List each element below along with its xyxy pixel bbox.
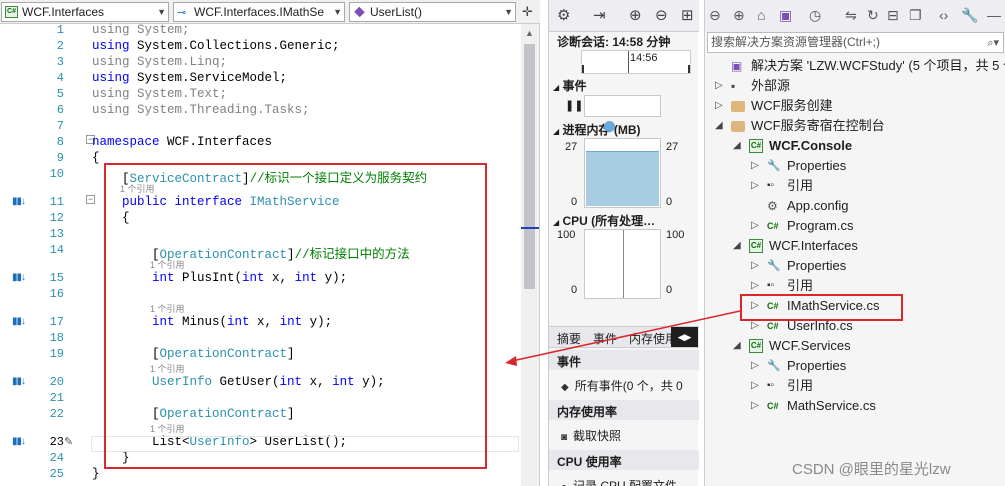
ide-window: C# WCF.Interfaces ▼ ⊸ WCF.Interfaces.IMa…: [0, 0, 1005, 486]
annotation-arrow: [505, 310, 741, 366]
watermark: CSDN @眼里的星光lzw: [792, 461, 951, 478]
